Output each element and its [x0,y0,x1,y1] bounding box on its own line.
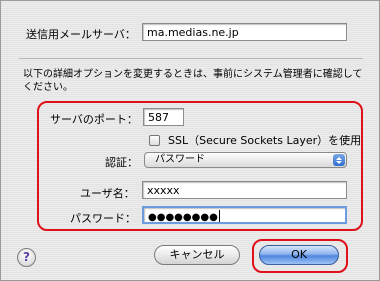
username-label: ユーザ名： [80,187,135,200]
password-dots: ●●●●●●●● [148,212,218,223]
port-row: サーバのポート： [50,111,138,127]
auth-row: 認証： [105,154,138,170]
server-label: 送信用メールサーバ： [26,28,136,41]
server-row: 送信用メールサーバ： [26,26,136,42]
ssl-checkbox[interactable] [149,134,160,146]
password-field[interactable]: ●●●●●●●● [142,206,347,224]
updown-arrows-icon [333,154,345,166]
auth-label: 認証： [105,156,138,169]
password-row: パスワード： [70,210,136,226]
auth-popup[interactable]: パスワード [144,152,347,168]
cancel-button[interactable]: キャンセル [154,245,240,265]
username-row: ユーザ名： [80,185,135,201]
port-field[interactable]: 587 [143,108,184,126]
ssl-label: SSL（Secure Sockets Layer）を使用 [168,134,362,147]
description-text: 以下の詳細オプションを変更するときは、事前にシステム管理者に確認してください。 [23,69,363,93]
help-button[interactable]: ? [17,248,36,267]
divider [19,58,363,59]
server-field[interactable]: ma.medias.ne.jp [142,23,347,41]
auth-selected-value: パスワード [155,154,205,165]
ssl-row[interactable]: SSL（Secure Sockets Layer）を使用 [149,132,361,148]
smtp-settings-dialog: 送信用メールサーバ： ma.medias.ne.jp 以下の詳細オプションを変更… [0,0,380,281]
username-field[interactable]: xxxxx [142,181,347,199]
port-label: サーバのポート： [50,113,138,126]
password-label: パスワード： [70,212,136,225]
ok-button[interactable]: OK [259,245,339,265]
text-caret [218,210,220,222]
